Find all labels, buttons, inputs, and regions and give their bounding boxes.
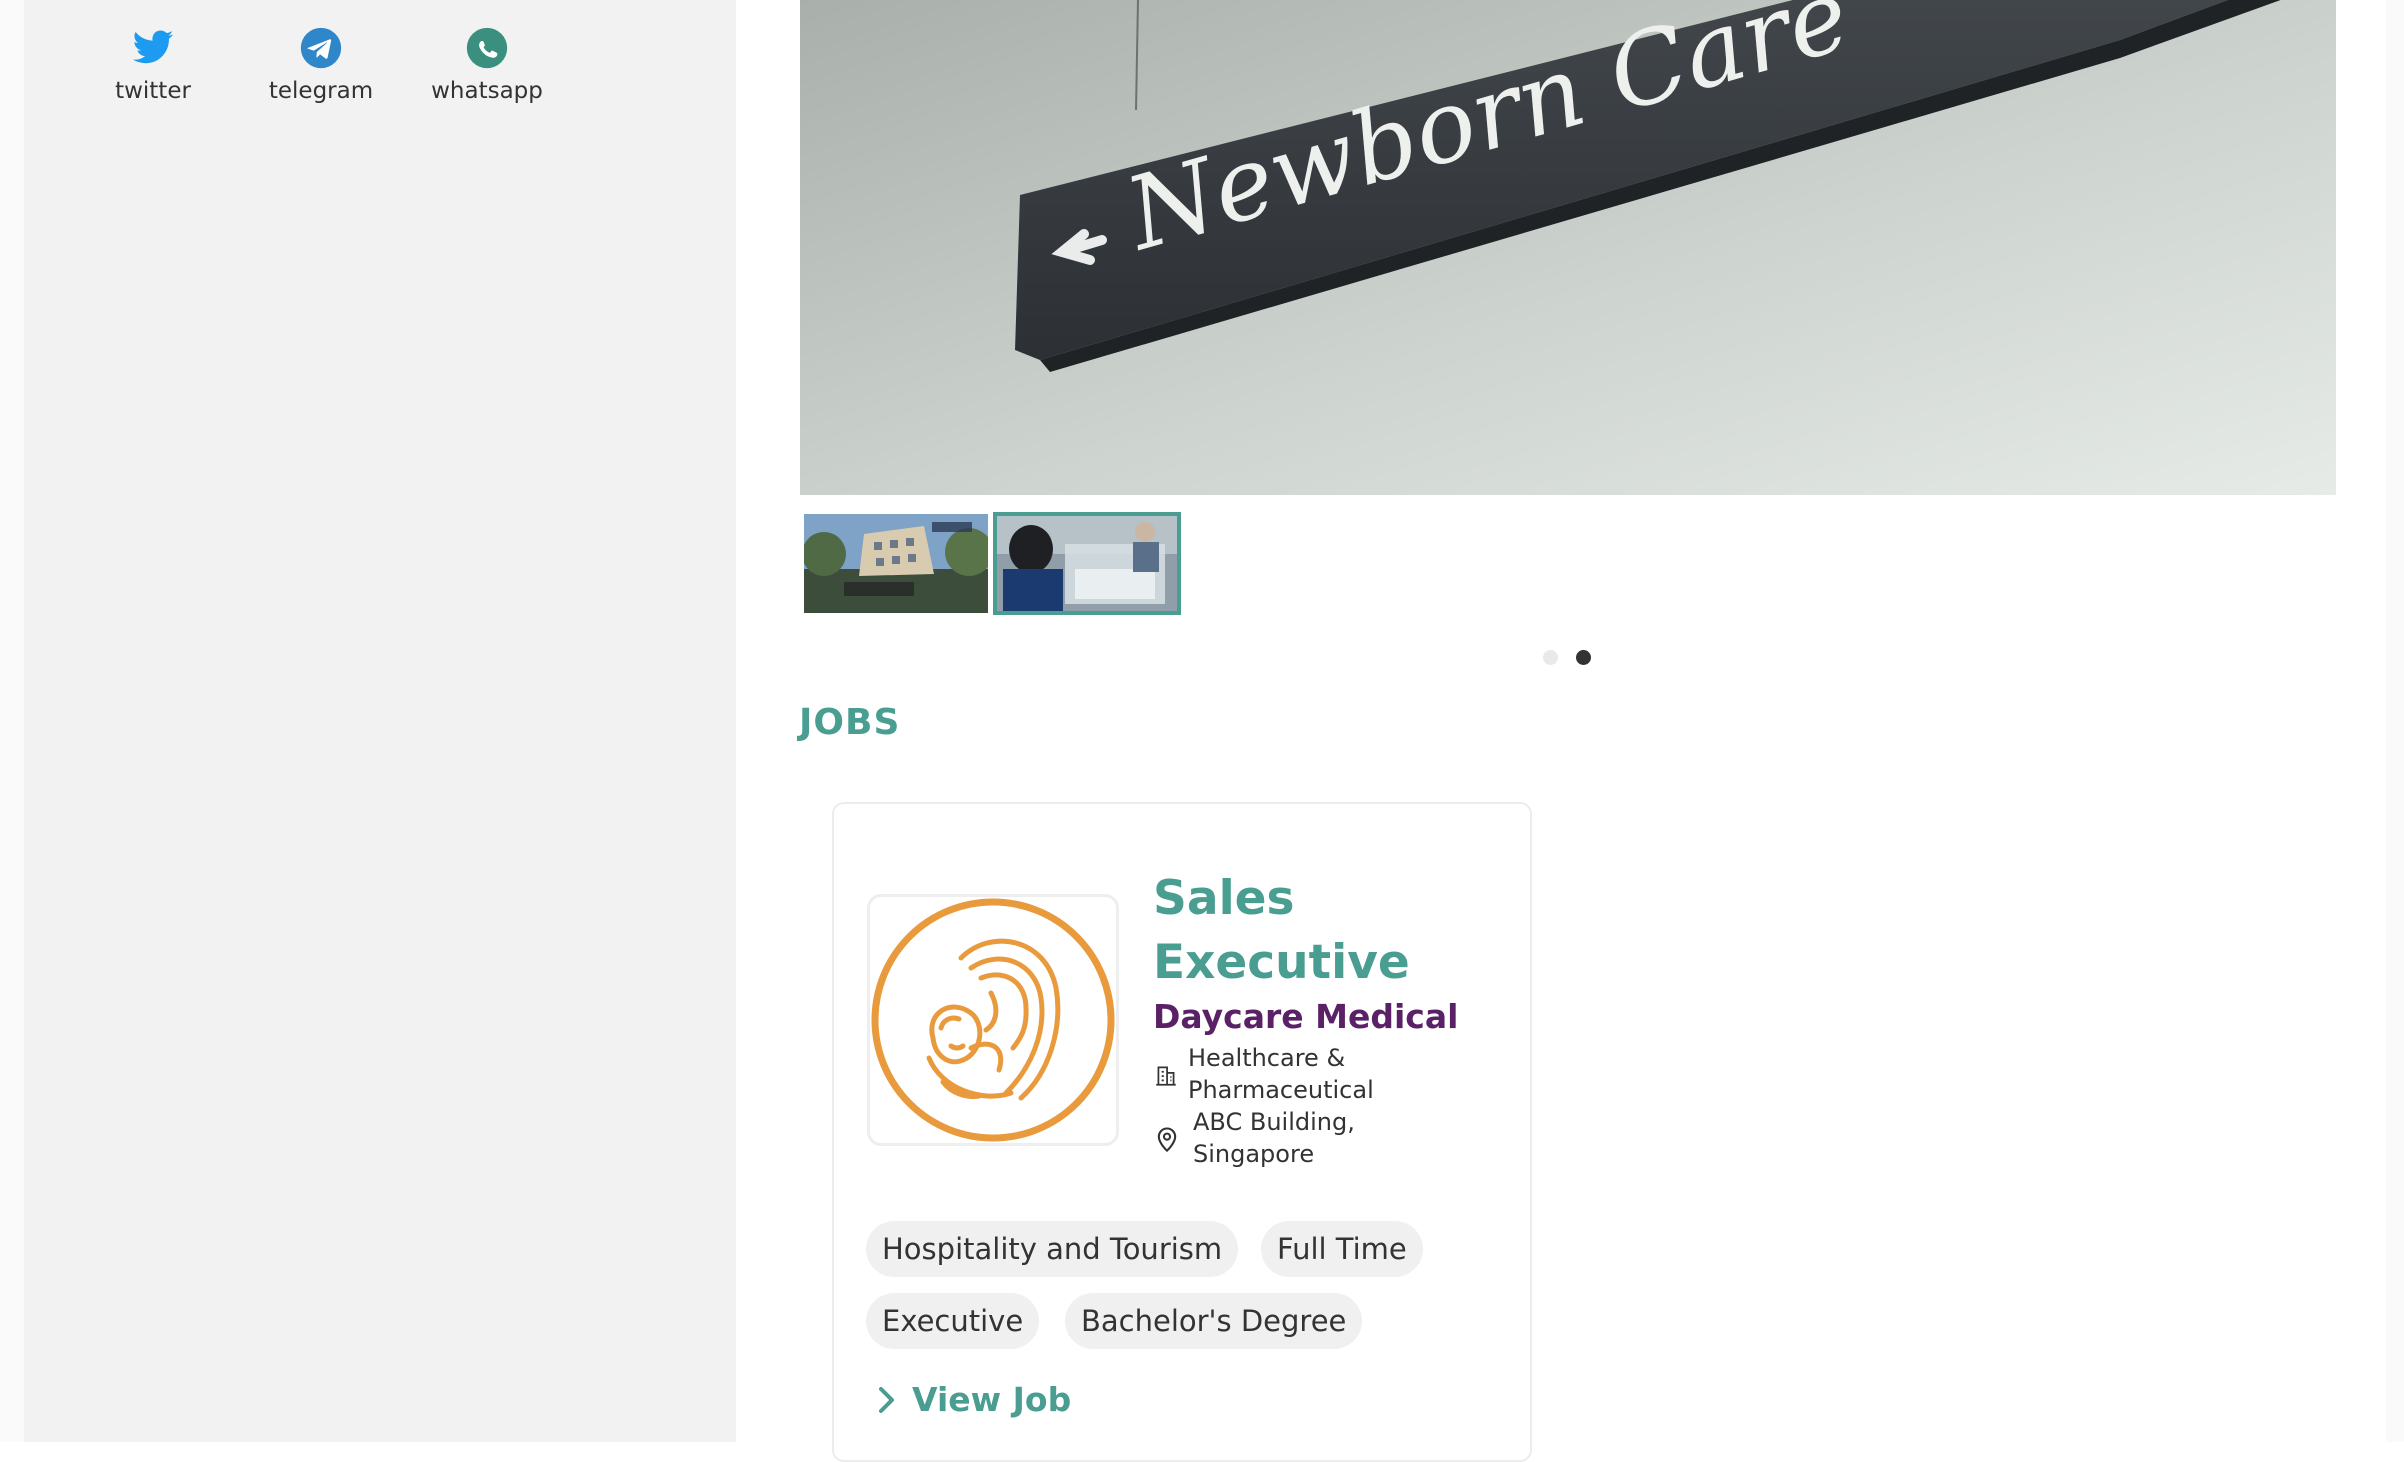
mother-baby-logo-icon: [871, 898, 1115, 1142]
tag-employment-type: Full Time: [1261, 1221, 1423, 1277]
job-industry-text: Healthcare & Pharmaceutical: [1188, 1044, 1374, 1104]
tag-seniority: Executive: [866, 1293, 1040, 1349]
location-pin-icon: [1157, 1127, 1177, 1153]
page-left-margin: [0, 0, 24, 1442]
view-job-label: View Job: [912, 1380, 1072, 1419]
company-logo: [867, 894, 1119, 1146]
job-location-text: ABC Building, Singapore: [1193, 1108, 1355, 1168]
newborn-care-sign-image: Newborn Care: [800, 0, 2336, 495]
whatsapp-icon: [466, 27, 508, 69]
gallery-thumbnail-1[interactable]: [804, 514, 988, 613]
gallery-thumbnail-2[interactable]: [993, 512, 1181, 615]
building-thumbnail-image: [804, 514, 988, 613]
tag-industry: Hospitality and Tourism: [866, 1221, 1239, 1277]
gallery-main-image[interactable]: Newborn Care: [800, 0, 2336, 495]
share-telegram-button[interactable]: telegram: [236, 26, 406, 104]
share-whatsapp-label: whatsapp: [431, 78, 543, 104]
share-twitter-label: twitter: [115, 78, 191, 104]
job-industry: Healthcare & Pharmaceutical: [1153, 1042, 1453, 1106]
carousel-dot-1[interactable]: [1543, 650, 1558, 665]
view-job-link[interactable]: View Job: [876, 1380, 1071, 1419]
job-title[interactable]: Sales Executive: [1153, 867, 1493, 995]
sidebar: twitter telegram whatsapp: [24, 0, 736, 1442]
company-name[interactable]: Daycare Medical: [1153, 997, 1458, 1036]
chevron-right-icon: [879, 1386, 894, 1413]
share-twitter-button[interactable]: twitter: [68, 26, 238, 104]
twitter-icon: [132, 30, 174, 64]
tag-education: Bachelor's Degree: [1065, 1293, 1363, 1349]
carousel-dot-2-active[interactable]: [1576, 650, 1591, 665]
share-telegram-label: telegram: [268, 78, 374, 104]
nurse-incubator-thumbnail-image: [995, 514, 1179, 613]
page-right-margin: [2386, 0, 2404, 1442]
telegram-icon: [300, 27, 342, 69]
jobs-heading: JOBS: [799, 702, 901, 743]
job-location: ABC Building, Singapore: [1153, 1106, 1453, 1170]
share-whatsapp-button[interactable]: whatsapp: [402, 26, 572, 104]
building-icon: [1156, 1066, 1176, 1086]
